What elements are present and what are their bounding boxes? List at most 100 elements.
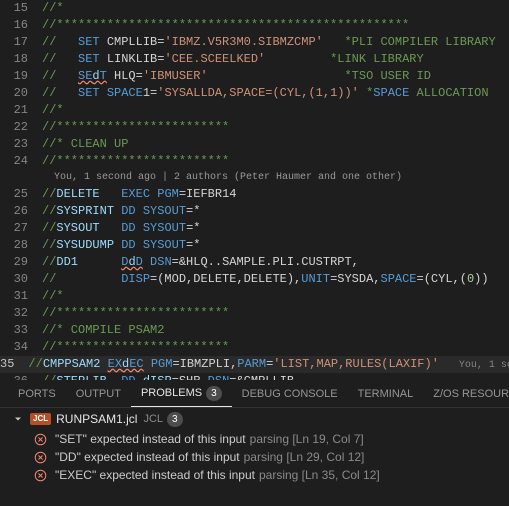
line-number: 24 (0, 153, 42, 170)
code-line[interactable]: 29//DD1 DdD DSN=&HLQ..SAMPLE.PLI.CUSTRPT… (0, 254, 509, 271)
problem-item[interactable]: "SET" expected instead of this input par… (0, 430, 509, 448)
line-number: 35 (0, 356, 28, 373)
problem-message: "DD" expected instead of this input (55, 450, 240, 464)
line-number: 18 (0, 51, 42, 68)
code-lens[interactable]: You, 1 second ago | 2 authors (Peter Hau… (0, 170, 509, 186)
tab-label: PORTS (18, 388, 56, 400)
code-line[interactable]: 30// DISP=(MOD,DELETE,DELETE),UNIT=SYSDA… (0, 271, 509, 288)
problem-source: parsing [Ln 19, Col 7] (250, 432, 364, 446)
line-code[interactable]: //CMPPSAM2 EXdEC PGM=IBMZPLI,PARM='LIST,… (28, 356, 509, 373)
line-code[interactable]: // SET CMPLLIB='IBMZ.V5R3M0.SIBMZCMP' *P… (42, 34, 509, 51)
code-line[interactable]: 25//DELETE EXEC PGM=IEFBR14 (0, 186, 509, 203)
line-code[interactable]: //DD1 DdD DSN=&HLQ..SAMPLE.PLI.CUSTRPT, (42, 254, 509, 271)
code-line[interactable]: 15//* (0, 0, 509, 17)
code-line[interactable]: 21//* (0, 102, 509, 119)
tab-label: Z/OS RESOURCES TABLE (433, 388, 509, 400)
code-line[interactable]: 33//* COMPILE PSAM2 (0, 322, 509, 339)
line-number: 36 (0, 373, 42, 380)
line-number: 21 (0, 102, 42, 119)
panel-tab-z-os-resources-table[interactable]: Z/OS RESOURCES TABLE (423, 380, 509, 407)
problems-file-name: RUNPSAM1.jcl (56, 412, 137, 426)
line-number: 31 (0, 288, 42, 305)
file-type-badge: JCL (30, 413, 51, 425)
line-number: 28 (0, 237, 42, 254)
tab-label: DEBUG CONSOLE (242, 388, 338, 400)
code-line[interactable]: 32//************************ (0, 305, 509, 322)
line-number: 22 (0, 119, 42, 136)
line-code[interactable]: // SEdT HLQ='IBMUSER' *TSO USER ID (42, 68, 509, 85)
line-number: 30 (0, 271, 42, 288)
line-code[interactable]: //* (42, 288, 509, 305)
line-number: 29 (0, 254, 42, 271)
line-code[interactable]: //**************************************… (42, 17, 509, 34)
line-code[interactable]: //* (42, 0, 509, 17)
line-number: 33 (0, 322, 42, 339)
panel-tab-debug-console[interactable]: DEBUG CONSOLE (232, 380, 348, 407)
problems-file-row[interactable]: JCL RUNPSAM1.jcl JCL 3 (0, 408, 509, 430)
code-line[interactable]: 18// SET LINKLIB='CEE.SCEELKED' *LINK LI… (0, 51, 509, 68)
line-number: 27 (0, 220, 42, 237)
code-line[interactable]: 34//************************ (0, 339, 509, 356)
panel-tab-ports[interactable]: PORTS (8, 380, 66, 407)
problem-message: "SET" expected instead of this input (55, 432, 246, 446)
panel-tabs: PORTS OUTPUT PROBLEMS 3 DEBUG CONSOLE TERMINA… (0, 380, 509, 408)
problem-item[interactable]: "DD" expected instead of this input pars… (0, 448, 509, 466)
code-line[interactable]: 24//************************ (0, 153, 509, 170)
line-number: 20 (0, 85, 42, 102)
code-line[interactable]: 28//SYSUDUMP DD SYSOUT=* (0, 237, 509, 254)
error-icon (34, 451, 47, 464)
code-line[interactable]: 31//* (0, 288, 509, 305)
editor-area[interactable]: 15//*16//*******************************… (0, 0, 509, 380)
line-code[interactable]: //SYSUDUMP DD SYSOUT=* (42, 237, 509, 254)
line-code[interactable]: //SYSOUT DD SYSOUT=* (42, 220, 509, 237)
line-code[interactable]: //STEPLIB DD dISP=SHR,DSN=&CMPLLIB (42, 373, 509, 380)
panel-tab-problems[interactable]: PROBLEMS 3 (131, 380, 232, 407)
line-number: 16 (0, 17, 42, 34)
problem-source: parsing [Ln 29, Col 12] (244, 450, 365, 464)
line-code[interactable]: //DELETE EXEC PGM=IEFBR14 (42, 186, 509, 203)
panel-tab-output[interactable]: OUTPUT (66, 380, 131, 407)
code-line[interactable]: 20// SET SPACE1='SYSALLDA,SPACE=(CYL,(1,… (0, 85, 509, 102)
problem-source: parsing [Ln 35, Col 12] (259, 468, 380, 482)
line-number: 32 (0, 305, 42, 322)
line-code[interactable]: //************************ (42, 305, 509, 322)
line-code[interactable]: //* COMPILE PSAM2 (42, 322, 509, 339)
line-code[interactable]: //* CLEAN UP (42, 136, 509, 153)
code-line[interactable]: 19// SEdT HLQ='IBMUSER' *TSO USER ID (0, 68, 509, 85)
code-line[interactable]: 36//STEPLIB DD dISP=SHR,DSN=&CMPLLIB (0, 373, 509, 380)
tab-badge: 3 (206, 386, 222, 401)
code-line[interactable]: 27//SYSOUT DD SYSOUT=* (0, 220, 509, 237)
code-line[interactable]: 22//************************ (0, 119, 509, 136)
line-number: 26 (0, 203, 42, 220)
line-code[interactable]: //************************ (42, 119, 509, 136)
tab-label: TERMINAL (358, 388, 414, 400)
line-number: 17 (0, 34, 42, 51)
tab-label: OUTPUT (76, 388, 121, 400)
problems-file-ext: JCL (143, 413, 163, 425)
line-number: 25 (0, 186, 42, 203)
line-number: 15 (0, 0, 42, 17)
line-code[interactable]: //SYSPRINT DD SYSOUT=* (42, 203, 509, 220)
error-icon (34, 433, 47, 446)
problems-file-count: 3 (167, 412, 183, 427)
problem-message: "EXEC" expected instead of this input (55, 468, 255, 482)
chevron-down-icon[interactable] (12, 413, 24, 425)
code-line[interactable]: 35//CMPPSAM2 EXdEC PGM=IBMZPLI,PARM='LIS… (0, 356, 509, 373)
code-line[interactable]: 16//************************************… (0, 17, 509, 34)
line-code[interactable]: // SET SPACE1='SYSALLDA,SPACE=(CYL,(1,1)… (42, 85, 509, 102)
line-number: 34 (0, 339, 42, 356)
error-icon (34, 469, 47, 482)
panel-tab-terminal[interactable]: TERMINAL (348, 380, 424, 407)
line-code[interactable]: // SET LINKLIB='CEE.SCEELKED' *LINK LIBR… (42, 51, 509, 68)
line-code[interactable]: //************************ (42, 153, 509, 170)
code-line[interactable]: 17// SET CMPLLIB='IBMZ.V5R3M0.SIBMZCMP' … (0, 34, 509, 51)
problem-item[interactable]: "EXEC" expected instead of this input pa… (0, 466, 509, 484)
inline-blame: You, 1 second (459, 360, 509, 371)
line-number: 23 (0, 136, 42, 153)
line-code[interactable]: //************************ (42, 339, 509, 356)
code-line[interactable]: 26//SYSPRINT DD SYSOUT=* (0, 203, 509, 220)
tab-label: PROBLEMS (141, 387, 202, 399)
line-code[interactable]: //* (42, 102, 509, 119)
line-code[interactable]: // DISP=(MOD,DELETE,DELETE),UNIT=SYSDA,S… (42, 271, 509, 288)
code-line[interactable]: 23//* CLEAN UP (0, 136, 509, 153)
